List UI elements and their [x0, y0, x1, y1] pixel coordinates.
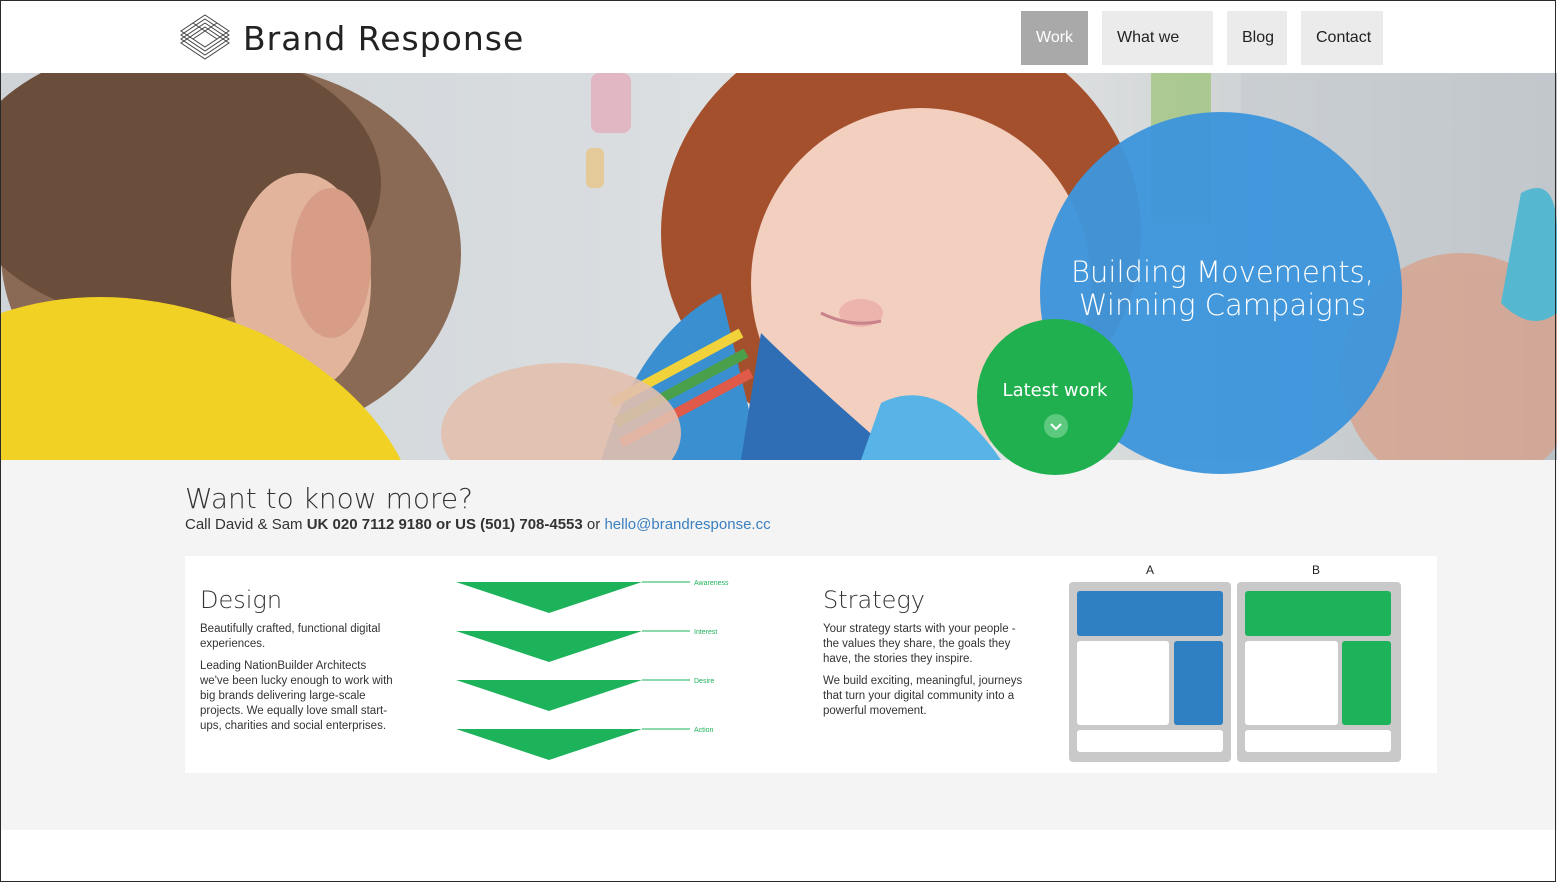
- design-intro: Beautifully crafted, functional digital …: [200, 623, 381, 650]
- contact-phones: UK 020 7112 9180 or US (501) 708-4553: [306, 516, 583, 533]
- ab-label-b: B: [1312, 563, 1320, 577]
- chevron-down-icon[interactable]: [1044, 414, 1068, 438]
- nav-blog[interactable]: Blog: [1227, 11, 1287, 65]
- stacked-layers-icon: [180, 14, 230, 60]
- strategy-body: We build exciting, meaningful, journeys …: [823, 675, 1023, 717]
- nav-what-we-do[interactable]: What we do: [1102, 11, 1213, 100]
- funnel-stage-label: Action: [694, 727, 714, 734]
- hero-headline-line1: Building Movements,: [1071, 255, 1374, 289]
- brand-name: Brand Response: [243, 18, 525, 58]
- ab-a-main: [1077, 641, 1169, 725]
- contact-email-link[interactable]: hello@brandresponse.cc: [604, 516, 770, 533]
- ab-a-side: [1174, 641, 1223, 725]
- funnel-stage-awareness: [456, 582, 642, 613]
- funnel-stage-desire: [456, 680, 642, 711]
- brand-logo[interactable]: Brand Response: [179, 13, 524, 63]
- page-footer-space: [1, 830, 1557, 882]
- contact-call-prefix: Call David & Sam: [185, 516, 307, 533]
- design-body: Leading NationBuilder Architects we've b…: [200, 660, 393, 732]
- hero-headline: Building Movements, Winning Campaigns: [1060, 256, 1385, 322]
- ab-test-diagram: A B: [1069, 563, 1401, 762]
- latest-work-label[interactable]: Latest work: [977, 380, 1133, 401]
- funnel-diagram: Awareness Interest Desire Action: [456, 580, 729, 760]
- ab-b-header: [1245, 591, 1391, 636]
- site-header: Brand Response Work What we do Blog Cont…: [1, 1, 1557, 100]
- ab-b-main: [1245, 641, 1338, 725]
- contact-heading: Want to know more?: [185, 482, 473, 515]
- hero-headline-line2: Winning Campaigns: [1078, 288, 1367, 322]
- ab-b-footer: [1245, 730, 1391, 752]
- funnel-stage-action: [456, 729, 642, 760]
- funnel-stage-interest: [456, 631, 642, 662]
- ab-a-header: [1077, 591, 1223, 636]
- funnel-stage-label: Awareness: [694, 580, 729, 587]
- nav-contact[interactable]: Contact: [1301, 11, 1383, 65]
- strategy-intro: Your strategy starts with your people - …: [823, 623, 1016, 665]
- nav-work[interactable]: Work: [1021, 11, 1088, 65]
- funnel-stage-label: Interest: [694, 629, 717, 636]
- ab-label-a: A: [1146, 563, 1154, 577]
- contact-line: Call David & Sam UK 020 7112 9180 or US …: [185, 516, 771, 533]
- main-nav: Work What we do Blog Contact: [1021, 11, 1397, 100]
- strategy-title: Strategy: [823, 586, 925, 614]
- contact-or: or: [582, 516, 605, 533]
- ab-b-side: [1342, 641, 1391, 725]
- design-title: Design: [200, 586, 283, 614]
- funnel-stage-label: Desire: [694, 678, 714, 685]
- ab-a-footer: [1077, 730, 1223, 752]
